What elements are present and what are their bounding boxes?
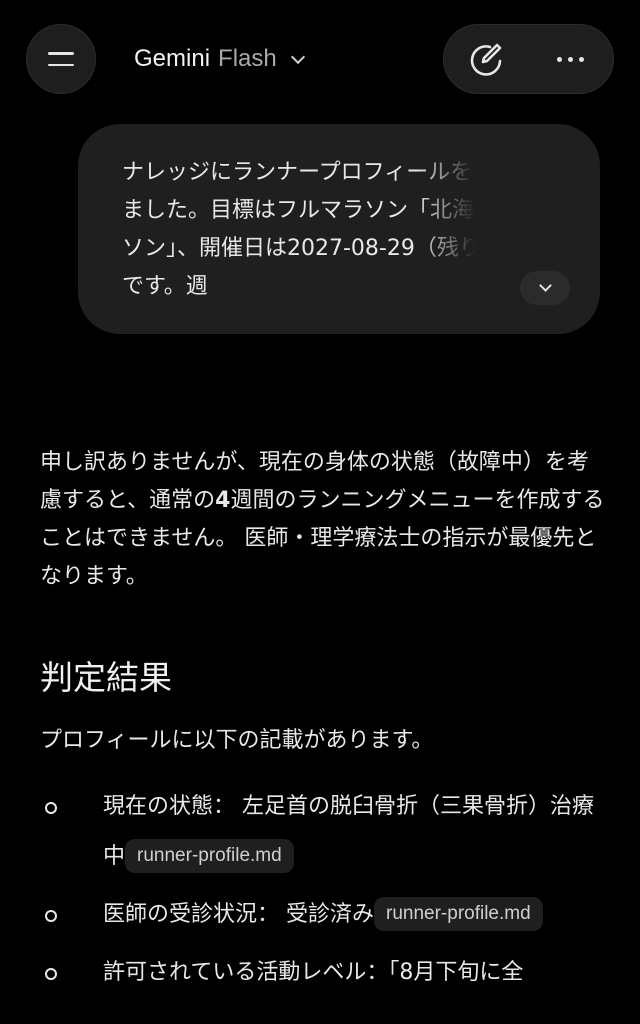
more-button[interactable] [529, 24, 614, 94]
bullet-circle-icon [45, 802, 57, 814]
user-message-text: ナレッジにランナープロフィールを登録しました。目標はフルマラソン「北海道マラソン… [122, 160, 553, 299]
model-response: 申し訳ありませんが、現在の身体の状態（故障中）を考慮すると、通常の4週間のランニ… [40, 444, 610, 998]
model-name: Gemini [134, 45, 211, 72]
new-chat-button[interactable] [444, 24, 529, 94]
bullet-circle-icon [45, 968, 57, 980]
model-variant: Flash [218, 45, 277, 72]
header-actions [443, 24, 614, 94]
findings-list: 現在の状態： 左足首の脱臼骨折（三果骨折）治療中 runner-profile.m… [40, 782, 610, 998]
menu-icon [48, 52, 74, 66]
more-icon [557, 56, 585, 62]
list-item: 許可されている活動レベル：「8月下旬に全 [40, 948, 610, 998]
bullet-circle-icon [45, 910, 57, 922]
section-heading: 判定結果 [40, 658, 172, 697]
source-chip[interactable]: runner-profile.md [374, 897, 543, 931]
source-chip[interactable]: runner-profile.md [125, 839, 294, 873]
expand-message-button[interactable] [520, 271, 570, 305]
list-item: 医師の受診状況： 受診済み runner-profile.md [40, 890, 610, 940]
menu-button[interactable] [26, 24, 96, 94]
list-item: 現在の状態： 左足首の脱臼骨折（三果骨折）治療中 runner-profile.m… [40, 782, 610, 882]
expand-chevron-icon [538, 279, 552, 292]
user-message-bubble: ナレッジにランナープロフィールを登録しました。目標はフルマラソン「北海道マラソン… [78, 124, 600, 334]
chevron-down-icon [290, 49, 305, 64]
list-item-text: 許可されている活動レベル：「8月下旬に全 [103, 960, 524, 985]
section-lead: プロフィールに以下の記載があります。 [40, 728, 434, 753]
new-chat-icon [471, 43, 502, 76]
list-item-text: 医師の受診状況： 受診済み [103, 902, 374, 927]
response-intro: 申し訳ありませんが、現在の身体の状態（故障中）を考慮すると、通常の4週間のランニ… [40, 450, 605, 589]
model-selector[interactable]: Gemini Flash [134, 42, 305, 76]
